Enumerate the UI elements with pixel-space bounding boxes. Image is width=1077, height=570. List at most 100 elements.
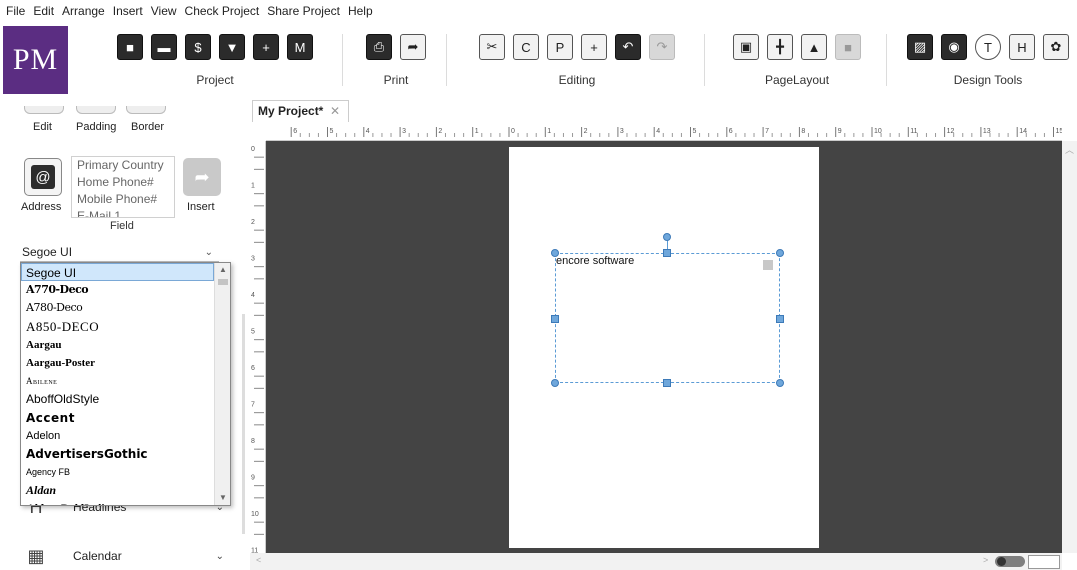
new-project-icon[interactable]: ■	[117, 34, 143, 60]
close-icon[interactable]: ✕	[330, 101, 340, 121]
insert-button[interactable]: ➦	[183, 158, 221, 196]
menu-arrange[interactable]: Arrange	[62, 4, 105, 18]
document-page[interactable]: encore software	[509, 147, 819, 548]
font-option[interactable]: Abilene	[21, 372, 214, 390]
chevron-down-icon: ⌄	[204, 247, 213, 258]
font-option[interactable]: Segoe UI	[21, 263, 214, 282]
ribbon-group-print: ⎙ ➦ Print	[356, 22, 436, 94]
menu-view[interactable]: View	[151, 4, 177, 18]
picture-icon[interactable]: ▨	[907, 34, 933, 60]
menu-file[interactable]: File	[6, 4, 25, 18]
export-icon[interactable]: ➦	[400, 34, 426, 60]
edit-button-stub[interactable]	[24, 106, 64, 114]
zoom-slider[interactable]	[995, 556, 1025, 567]
font-option[interactable]: Aldan-BoldItalic	[21, 499, 214, 505]
undo-icon[interactable]: ↶	[615, 34, 641, 60]
add-page-icon[interactable]: +	[253, 34, 279, 60]
font-option[interactable]: Agency FB	[21, 463, 214, 481]
cut-icon[interactable]: ✂	[479, 34, 505, 60]
clipart-icon[interactable]: ✿	[1043, 34, 1069, 60]
page-layout-icon[interactable]: ▣	[733, 34, 759, 60]
resize-handle-top-right[interactable]	[776, 249, 784, 257]
chevron-down-icon: ⌄	[215, 550, 224, 562]
calendar-label: Calendar	[73, 549, 122, 563]
field-item[interactable]: Mobile Phone#	[72, 191, 174, 208]
link-frame-icon[interactable]	[763, 260, 773, 270]
font-option[interactable]: Adelon	[21, 427, 214, 445]
font-option[interactable]: Aldan	[21, 481, 214, 499]
align-icon[interactable]: ╋	[767, 34, 793, 60]
scroll-left-icon[interactable]: <	[256, 555, 261, 565]
canvas[interactable]: encore software	[266, 141, 1062, 553]
open-folder-icon[interactable]: ▬	[151, 34, 177, 60]
font-option[interactable]: A770-Deco	[21, 281, 214, 299]
copy-icon[interactable]: C	[513, 34, 539, 60]
menu-check-project[interactable]: Check Project	[185, 4, 260, 18]
add-icon[interactable]: +	[581, 34, 607, 60]
scroll-right-icon[interactable]: >	[983, 555, 988, 565]
resize-handle-bottom-right[interactable]	[776, 379, 784, 387]
redo-icon[interactable]: ↷	[649, 34, 675, 60]
field-list[interactable]: Primary Country Home Phone# Mobile Phone# E…	[71, 156, 175, 218]
font-select[interactable]: Segoe UI ⌄	[20, 244, 219, 262]
border-button-stub[interactable]	[126, 106, 166, 114]
scroll-up-icon[interactable]: ︿	[1062, 143, 1077, 156]
headline-icon[interactable]: H	[1009, 34, 1035, 60]
left-panel: Edit Padding Border @ Address Primary Co…	[0, 94, 245, 570]
font-option[interactable]: Accent	[21, 409, 214, 427]
app-logo: PM	[3, 26, 68, 94]
rotate-handle[interactable]	[663, 233, 671, 241]
field-item[interactable]: Home Phone#	[72, 174, 174, 191]
address-button[interactable]: @	[24, 158, 62, 196]
vertical-scrollbar[interactable]: ︿	[1062, 141, 1077, 553]
font-option[interactable]: AboffOldStyle	[21, 390, 214, 408]
background-icon[interactable]: ■	[835, 34, 861, 60]
ribbon-group-label: Print	[383, 73, 409, 87]
tab-title: My Project*	[258, 104, 324, 118]
font-option[interactable]: A850-DECO	[21, 318, 214, 336]
scroll-down-icon[interactable]: ▼	[215, 491, 230, 505]
at-sign-icon: @	[31, 165, 55, 189]
resize-handle-bottom[interactable]	[663, 379, 671, 387]
save-icon[interactable]: $	[185, 34, 211, 60]
camera-icon[interactable]: ◉	[941, 34, 967, 60]
scroll-up-icon[interactable]: ▲	[215, 263, 230, 277]
svg-text:1: 1	[547, 128, 551, 135]
menu-share-project[interactable]: Share Project	[267, 4, 340, 18]
field-label: Field	[110, 220, 134, 232]
distribute-icon[interactable]: ▲	[801, 34, 827, 60]
edit-label: Edit	[33, 121, 52, 133]
font-option[interactable]: Aargau-Poster	[21, 354, 214, 372]
resize-handle-top[interactable]	[663, 249, 671, 257]
insert-label: Insert	[187, 201, 215, 213]
padding-button-stub[interactable]	[76, 106, 116, 114]
field-item[interactable]: E-Mail 1	[72, 208, 174, 217]
text-box[interactable]: encore software	[551, 233, 784, 387]
font-option[interactable]: Aargau	[21, 336, 214, 354]
text-box-content[interactable]: encore software	[556, 255, 634, 267]
font-option[interactable]: AdvertisersGothic	[21, 445, 214, 463]
scroll-thumb[interactable]	[218, 279, 228, 285]
menu-insert[interactable]: Insert	[113, 4, 143, 18]
horizontal-scrollbar[interactable]: < >	[250, 553, 1062, 570]
field-item[interactable]: Primary Country	[72, 157, 174, 174]
menu-edit[interactable]: Edit	[33, 4, 54, 18]
tab-my-project[interactable]: My Project* ✕	[252, 100, 349, 122]
resize-handle-left[interactable]	[551, 315, 559, 323]
font-option[interactable]: A780-Deco	[21, 299, 214, 317]
resize-handle-right[interactable]	[776, 315, 784, 323]
save-as-icon[interactable]: ▼	[219, 34, 245, 60]
text-icon[interactable]: T	[975, 34, 1001, 60]
menu-help[interactable]: Help	[348, 4, 373, 18]
calendar-row[interactable]: ▦ Calendar ⌄	[24, 543, 224, 569]
resize-handle-bottom-left[interactable]	[551, 379, 559, 387]
font-list-scrollbar[interactable]: ▲ ▼	[214, 263, 230, 505]
zoom-slider-knob[interactable]	[997, 557, 1006, 566]
svg-text:2: 2	[584, 128, 588, 135]
paste-icon[interactable]: P	[547, 34, 573, 60]
ribbon-buttons: ▨ ◉ T H ✿	[898, 34, 1077, 60]
left-panel-scrollbar[interactable]	[242, 314, 245, 534]
template-icon[interactable]: M	[287, 34, 313, 60]
zoom-field[interactable]	[1028, 555, 1060, 569]
printer-icon[interactable]: ⎙	[366, 34, 392, 60]
